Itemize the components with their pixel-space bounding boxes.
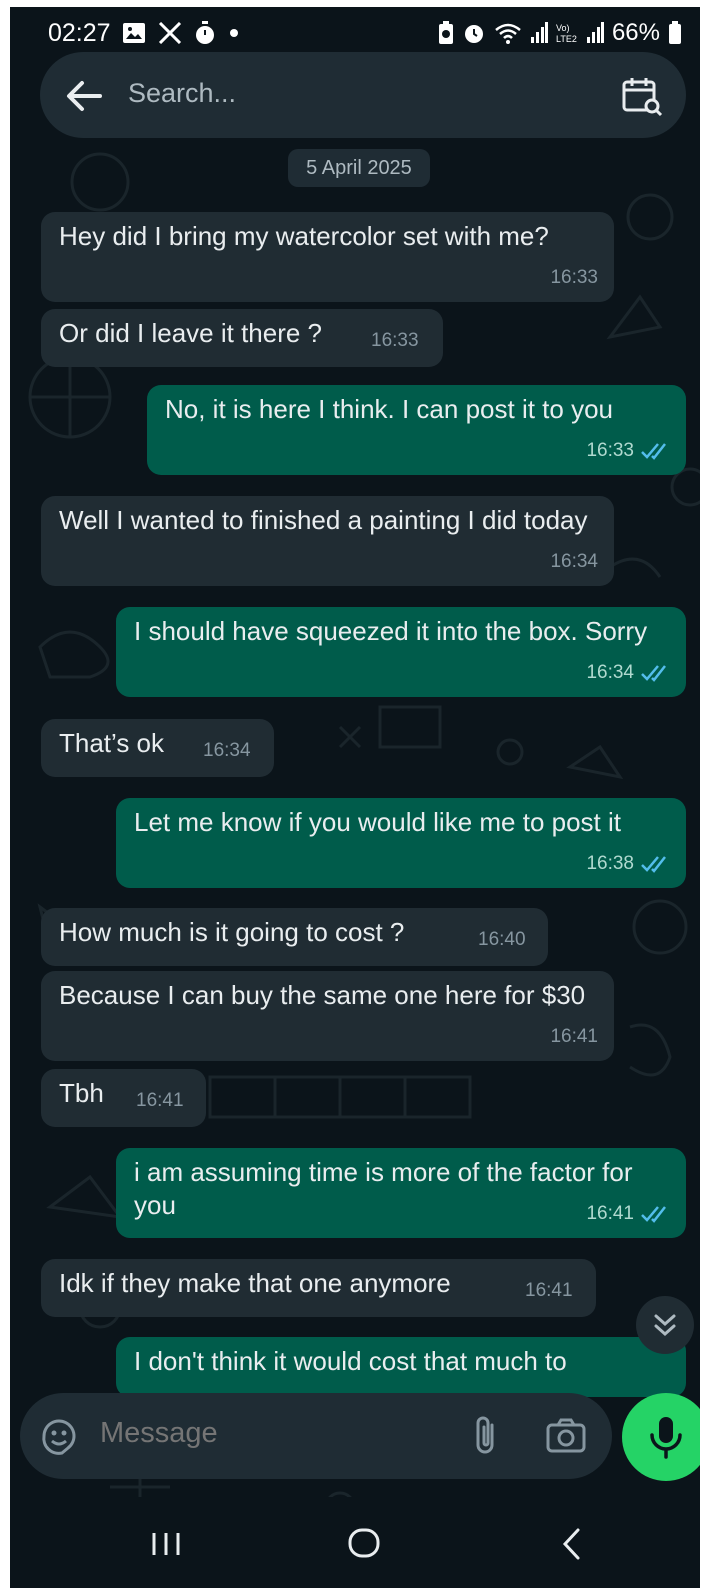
message-bubble-incoming[interactable]: Or did I leave it there ? 16:33 <box>41 309 443 367</box>
microphone-icon <box>650 1417 682 1459</box>
message-bubble-outgoing[interactable]: i am assuming time is more of the factor… <box>116 1148 686 1238</box>
search-bar: Search... <box>40 52 686 138</box>
message-time: 16:34 <box>203 740 251 761</box>
battery-icon <box>669 21 681 44</box>
back-arrow-icon[interactable] <box>62 74 106 118</box>
message-text: Let me know if you would like me to post… <box>134 807 622 837</box>
wifi-icon <box>495 23 521 44</box>
back-icon[interactable] <box>548 1519 598 1569</box>
message-bubble-incoming[interactable]: Hey did I bring my watercolor set with m… <box>41 212 614 302</box>
message-time: 16:41 <box>525 1280 573 1301</box>
message-text: Hey did I bring my watercolor set with m… <box>59 221 549 251</box>
message-bubble-incoming[interactable]: How much is it going to cost ? 16:40 <box>41 908 548 966</box>
message-time: 16:33 <box>371 330 419 351</box>
voice-message-button[interactable] <box>622 1393 700 1481</box>
message-bubble-incoming[interactable]: That’s ok 16:34 <box>41 719 274 777</box>
x-logo-icon <box>158 22 182 44</box>
read-receipt-icon <box>641 443 666 460</box>
message-time-label: 16:34 <box>586 662 634 683</box>
signal-icon <box>586 22 604 43</box>
message-bubble-incoming[interactable]: Well I wanted to finished a painting I d… <box>41 496 614 586</box>
paperclip-icon[interactable] <box>468 1413 502 1459</box>
message-bubble-incoming[interactable]: Idk if they make that one anymore 16:41 <box>41 1259 596 1317</box>
message-bubble-outgoing[interactable]: Let me know if you would like me to post… <box>116 798 686 888</box>
message-text: Well I wanted to finished a painting I d… <box>59 505 588 535</box>
dot-icon <box>230 29 238 37</box>
message-time: 16:33 <box>550 267 598 288</box>
svg-text:Vo): Vo) <box>556 23 570 33</box>
message-bubble-incoming[interactable]: Tbh 16:41 <box>41 1069 206 1127</box>
camera-icon[interactable] <box>544 1415 588 1457</box>
message-text: Because I can buy the same one here for … <box>59 980 586 1010</box>
status-time: 02:27 <box>48 19 111 47</box>
alarm-icon <box>464 25 483 43</box>
gallery-icon <box>123 23 145 43</box>
double-chevron-down-icon <box>654 1314 676 1337</box>
message-bubble-outgoing[interactable]: I should have squeezed it into the box. … <box>116 607 686 697</box>
home-icon[interactable] <box>340 1519 390 1569</box>
battery-saver-icon <box>438 21 453 44</box>
message-bubble-outgoing[interactable]: No, it is here I think. I can post it to… <box>147 385 686 475</box>
scroll-to-bottom-button[interactable] <box>636 1296 694 1354</box>
message-text: No, it is here I think. I can post it to… <box>165 394 613 424</box>
read-receipt-icon <box>641 856 666 873</box>
timer-icon <box>196 21 214 44</box>
chat-screen: 02:27 Vo) LTE2 66% Search... 5 April 2025… <box>10 7 700 1588</box>
message-text: Idk if they make that one anymore <box>59 1268 451 1298</box>
message-time-label: 16:41 <box>586 1203 634 1224</box>
message-text: How much is it going to cost ? <box>59 917 405 947</box>
message-time: 16:33 <box>586 434 670 467</box>
message-time-label: 16:33 <box>586 440 634 461</box>
message-bubble-outgoing[interactable]: I don't think it would cost that much to <box>116 1337 686 1397</box>
message-time: 16:41 <box>550 1026 598 1047</box>
read-receipt-icon <box>641 665 666 682</box>
message-time: 16:41 <box>586 1197 670 1230</box>
message-bubble-incoming[interactable]: Because I can buy the same one here for … <box>41 971 614 1061</box>
message-time: 16:41 <box>136 1090 184 1111</box>
status-right-icons: Vo) LTE2 66% <box>438 19 682 47</box>
system-navigation-bar <box>10 1497 700 1588</box>
read-receipt-icon <box>641 1206 666 1223</box>
signal-icon <box>530 22 548 43</box>
battery-percentage: 66% <box>611 19 660 46</box>
message-time: 16:34 <box>586 656 670 689</box>
date-separator: 5 April 2025 <box>288 149 430 187</box>
svg-text:LTE2: LTE2 <box>556 34 577 44</box>
sticker-icon[interactable] <box>38 1415 80 1457</box>
message-time: 16:38 <box>586 847 670 880</box>
message-time: 16:34 <box>550 551 598 572</box>
search-input[interactable]: Search... <box>128 78 236 109</box>
volte-icon: Vo)LTE2 <box>556 23 577 44</box>
message-time: 16:40 <box>478 929 526 950</box>
status-bar: 02:27 Vo) LTE2 66% <box>10 7 700 55</box>
calendar-search-icon[interactable] <box>620 74 664 118</box>
message-time-label: 16:38 <box>586 853 634 874</box>
recent-apps-icon[interactable] <box>142 1519 192 1569</box>
message-text: I should have squeezed it into the box. … <box>134 616 648 646</box>
message-text: I don't think it would cost that much to <box>134 1346 567 1376</box>
message-input[interactable] <box>100 1417 460 1450</box>
message-composer <box>20 1393 612 1479</box>
status-left-icons <box>122 21 240 45</box>
